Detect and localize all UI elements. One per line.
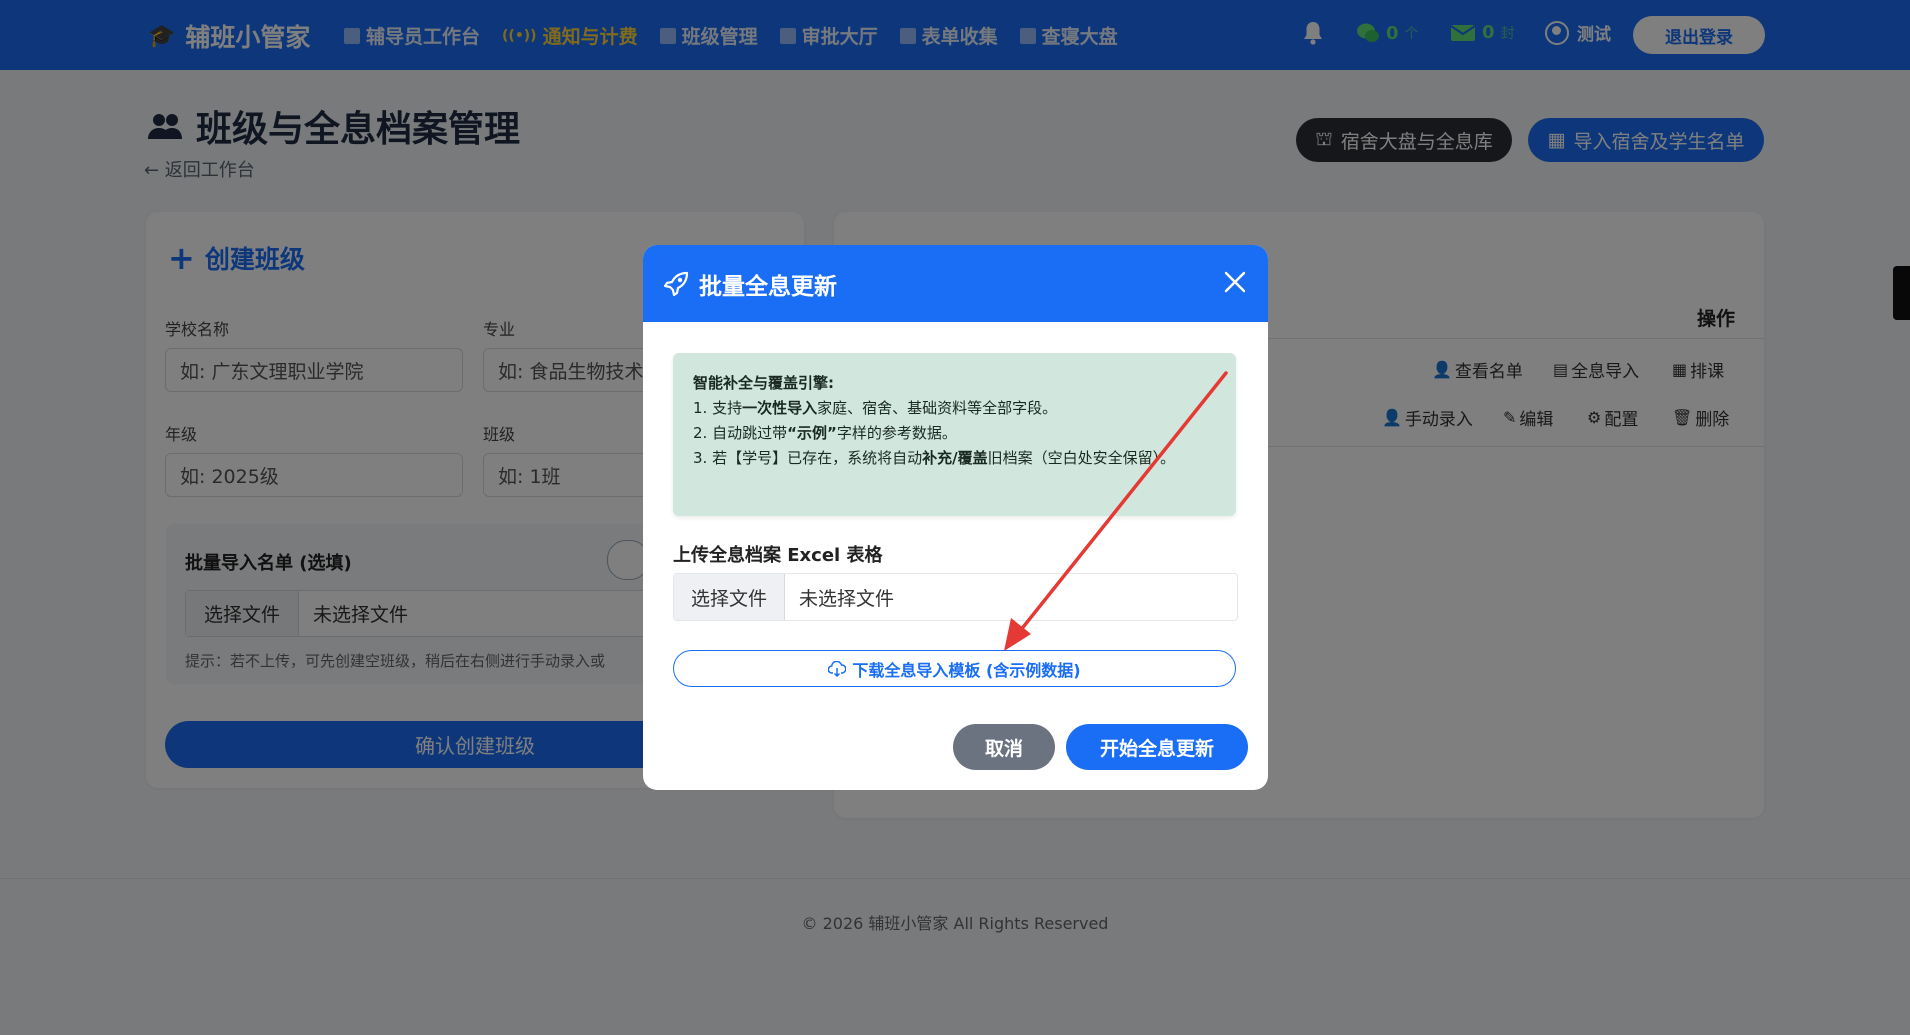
start-update-button[interactable]: 开始全息更新 (1066, 724, 1248, 770)
cancel-button[interactable]: 取消 (953, 724, 1055, 770)
batch-update-modal: 批量全息更新 智能补全与覆盖引擎: 1. 支持一次性导入家庭、宿舍、基础资料等全… (643, 245, 1268, 790)
download-template-label: 下载全息导入模板 (含示例数据) (852, 660, 1081, 680)
info-line-3: 3. 若【学号】已存在，系统将自动补充/覆盖旧档案（空白处安全保留）。 (693, 449, 1176, 467)
close-icon[interactable] (1220, 267, 1250, 297)
modal-title: 批量全息更新 (699, 273, 837, 300)
info-line-2: 2. 自动跳过带“示例”字样的参考数据。 (693, 424, 957, 442)
upload-label: 上传全息档案 Excel 表格 (673, 545, 883, 566)
download-template-button[interactable]: 下载全息导入模板 (含示例数据) (673, 650, 1236, 687)
engine-info-box: 智能补全与覆盖引擎: 1. 支持一次性导入家庭、宿舍、基础资料等全部字段。 2.… (673, 353, 1236, 516)
modal-header: 批量全息更新 (643, 245, 1268, 322)
cloud-download-icon (828, 660, 847, 677)
info-title: 智能补全与覆盖引擎: (693, 374, 834, 392)
choose-file-button[interactable]: 选择文件 (674, 574, 785, 620)
info-line-1: 1. 支持一次性导入家庭、宿舍、基础资料等全部字段。 (693, 399, 1058, 417)
excel-file-input[interactable]: 选择文件 未选择文件 (673, 573, 1238, 621)
file-name-text: 未选择文件 (799, 587, 895, 610)
rocket-icon (663, 271, 689, 296)
